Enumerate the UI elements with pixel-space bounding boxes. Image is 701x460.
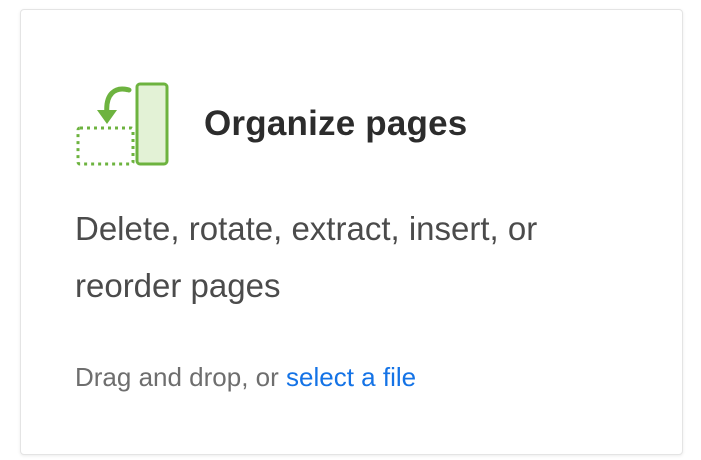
organize-pages-icon — [76, 82, 169, 166]
card-title: Organize pages — [204, 104, 468, 143]
card-description: Delete, rotate, extract, insert, or reor… — [75, 210, 538, 304]
drop-hint-text: Drag and drop, or — [75, 362, 287, 392]
organize-pages-card[interactable]: Organize pages Delete, rotate, extract, … — [20, 9, 683, 455]
select-file-link[interactable]: select a file — [286, 362, 416, 392]
drop-hint: Drag and drop, or select a file — [75, 362, 416, 393]
